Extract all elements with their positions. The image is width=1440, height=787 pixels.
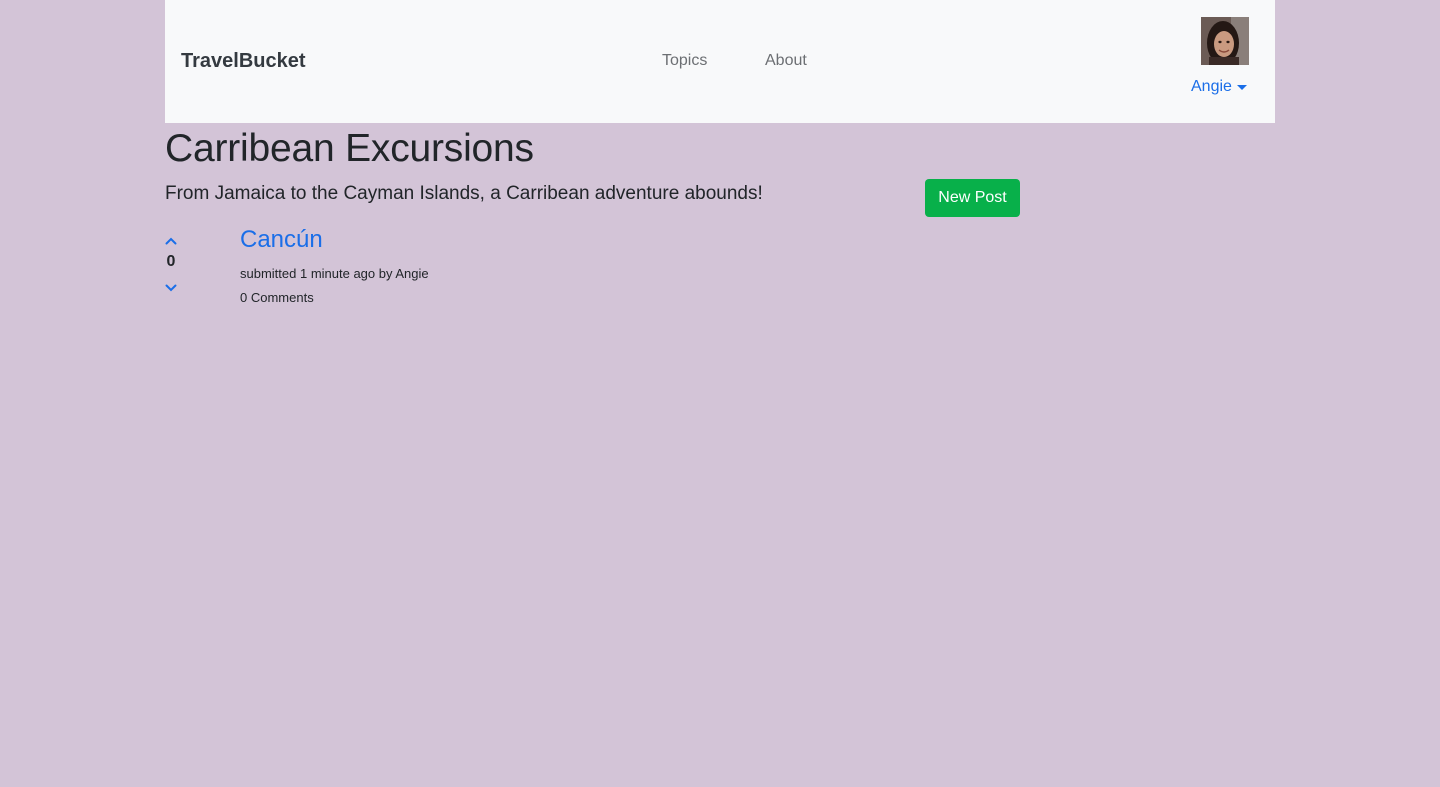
chevron-up-icon[interactable] [165,232,177,245]
user-avatar-photo-icon [1201,17,1249,65]
brand-logo-link[interactable]: TravelBucket [181,49,306,73]
topic-description: From Jamaica to the Cayman Islands, a Ca… [165,183,763,204]
new-post-button[interactable]: New Post [925,179,1020,217]
vote-count: 0 [166,253,176,270]
user-dropdown-toggle[interactable]: Angie [1191,77,1247,97]
page-container: TravelBucket Topics About Angie Carribea… [165,0,1275,787]
navbar: TravelBucket Topics About Angie [165,0,1275,123]
user-name: Angie [1191,78,1232,95]
post-title-link[interactable]: Cancún [240,225,323,255]
nav-link-about[interactable]: About [765,51,807,71]
caret-down-icon [1236,84,1247,90]
avatar[interactable] [1201,17,1249,65]
page-title: Carribean Excursions [165,127,534,170]
post-comments-link[interactable]: 0 Comments [240,290,314,306]
post-meta: submitted 1 minute ago by Angie [240,266,429,281]
chevron-down-icon[interactable] [165,279,177,292]
nav-link-topics[interactable]: Topics [662,51,707,71]
